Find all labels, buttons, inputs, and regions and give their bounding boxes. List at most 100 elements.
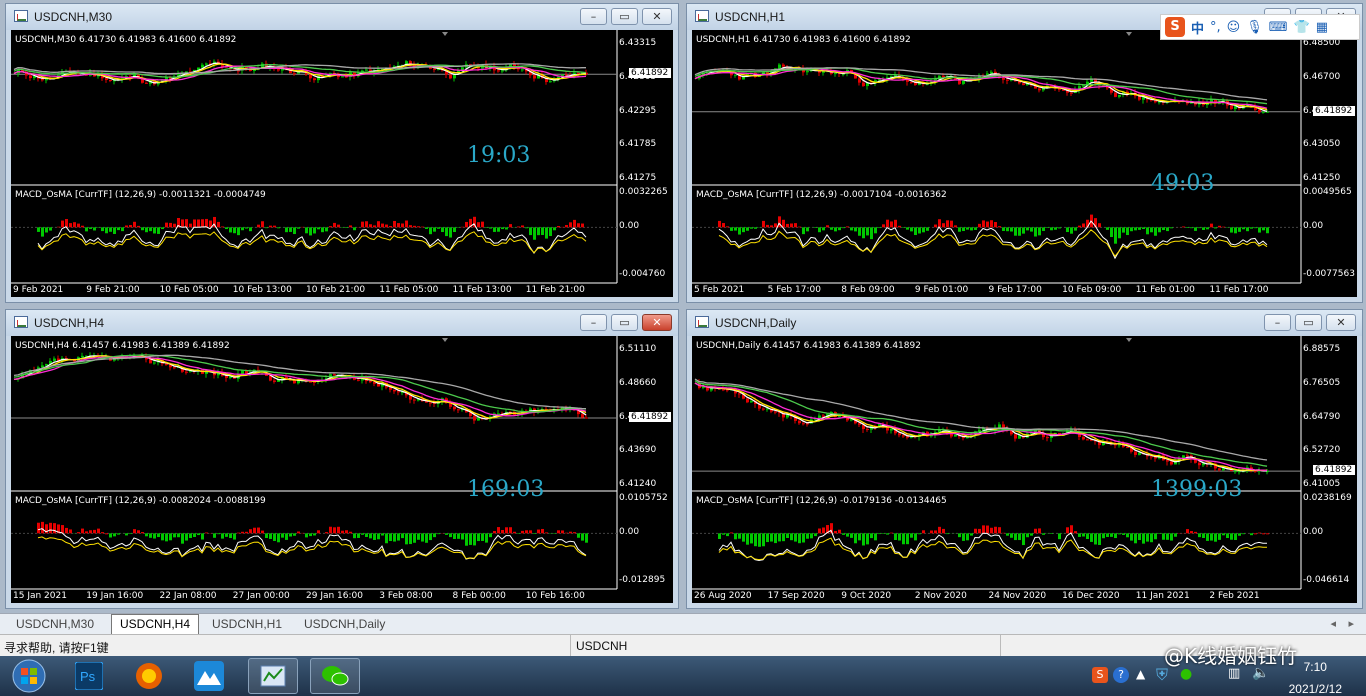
chart-window-daily[interactable]: USDCNH,Daily – ▭ ✕ USDCNH,Daily 6.41457 6.41… <box>686 309 1363 609</box>
macd-histogram-bar <box>806 227 809 232</box>
macd-histogram-bar <box>453 227 456 233</box>
macd-histogram-bar <box>157 533 160 538</box>
macd-histogram-bar <box>934 224 937 228</box>
skin-icon[interactable]: 👕 <box>1294 20 1310 35</box>
ime-toolbar[interactable]: S 中 °, ☺ 🎙 ⌨ 👕 ▦ <box>1160 14 1360 40</box>
candle-body <box>782 64 785 67</box>
ime-punct-toggle[interactable]: °, <box>1210 20 1221 35</box>
macd-histogram-bar <box>718 220 721 228</box>
sogou-tray-icon[interactable]: S <box>1092 667 1108 683</box>
macd-histogram-bar <box>161 227 164 230</box>
tab-usdcnh-h1[interactable]: USDCNH,H1 <box>204 615 290 633</box>
chart-area[interactable]: USDCNH,Daily 6.41457 6.41983 6.41389 6.4… <box>692 336 1357 603</box>
maximize-button[interactable]: ▭ <box>1295 314 1322 331</box>
keyboard-icon[interactable]: ⌨ <box>1269 20 1288 35</box>
close-button[interactable]: ✕ <box>1326 314 1356 331</box>
macd-histogram-bar <box>533 227 536 240</box>
candle-body <box>1134 451 1137 455</box>
close-button[interactable]: ✕ <box>642 8 672 25</box>
minimize-button[interactable]: – <box>580 8 607 25</box>
macd-histogram-bar <box>553 227 556 231</box>
macd-histogram-bar <box>778 533 781 542</box>
chart-tab-bar: USDCNH,M30 USDCNH,H4 USDCNH,H1 USDCNH,Da… <box>0 613 1366 635</box>
price-tick-label: 6.41275 <box>619 173 657 183</box>
macd-histogram-bar <box>109 533 112 538</box>
macd-histogram-bar <box>1030 533 1033 536</box>
tab-usdcnh-m30[interactable]: USDCNH,M30 <box>8 615 102 633</box>
status-symbol: USDCNH <box>576 639 628 653</box>
tab-scroll-right-icon[interactable]: ▸ <box>1348 617 1354 630</box>
chart-area[interactable]: USDCNH,M30 6.41730 6.41983 6.41600 6.418… <box>11 30 673 297</box>
chart-window-m30[interactable]: USDCNH,M30 – ▭ ✕ USDCNH,M30 6.41730 6.41983 … <box>5 3 679 303</box>
photoshop-app[interactable]: Ps <box>64 658 114 694</box>
maximize-button[interactable]: ▭ <box>611 8 638 25</box>
macd-histogram-bar <box>489 227 492 229</box>
candle-body <box>1038 88 1041 91</box>
macd-histogram-bar <box>577 533 580 538</box>
time-tick-label: 17 Sep 2020 <box>767 591 825 601</box>
chart-window-h1[interactable]: USDCNH,H1–▭✕USDCNH,H1 6.41730 6.41983 6.… <box>686 3 1363 303</box>
minimize-button[interactable]: – <box>1264 314 1291 331</box>
chart-area[interactable]: USDCNH,H1 6.41730 6.41983 6.41600 6.4189… <box>692 30 1357 297</box>
macd-histogram-bar <box>161 533 164 541</box>
macd-histogram-bar <box>165 533 168 542</box>
wechat-app[interactable] <box>310 658 360 694</box>
chart-shift-marker[interactable] <box>1126 338 1132 342</box>
candle-body <box>293 73 296 75</box>
close-button[interactable]: ✕ <box>642 314 672 331</box>
macd-histogram-bar <box>866 227 869 236</box>
tab-usdcnh-h4[interactable]: USDCNH,H4 <box>111 614 200 635</box>
macd-histogram-bar <box>389 226 392 228</box>
microphone-icon[interactable]: 🎙 <box>1246 20 1263 35</box>
macd-histogram-bar <box>557 225 560 228</box>
chart-shift-marker[interactable] <box>442 32 448 36</box>
ohlc-label: USDCNH,M30 6.41730 6.41983 6.41600 6.418… <box>15 35 237 45</box>
macd-histogram-bar <box>938 526 941 534</box>
start-button[interactable] <box>4 658 54 694</box>
macd-histogram-bar <box>425 227 428 229</box>
macd-histogram-bar <box>1118 533 1121 535</box>
chart-shift-marker[interactable] <box>442 338 448 342</box>
status-divider <box>570 635 571 657</box>
chart-area[interactable]: USDCNH,H4 6.41457 6.41983 6.41389 6.4189… <box>11 336 673 603</box>
grid-menu-icon[interactable]: ▦ <box>1316 20 1328 35</box>
macd-histogram-bar <box>333 527 336 534</box>
macd-histogram-bar <box>850 533 853 538</box>
price-tick-label: 6.52720 <box>1303 445 1341 456</box>
macd-histogram-bar <box>1110 533 1113 537</box>
macd-histogram-bar <box>934 530 937 534</box>
mt-app[interactable] <box>184 658 234 694</box>
sogou-icon[interactable]: S <box>1165 17 1185 37</box>
tab-scroll-left-icon[interactable]: ◂ <box>1330 617 1336 630</box>
macd-histogram-bar <box>1086 533 1089 540</box>
firefox-app[interactable] <box>124 658 174 694</box>
macd-histogram-bar <box>361 221 364 228</box>
macd-histogram-bar <box>750 227 753 229</box>
chart-window-h4[interactable]: USDCNH,H4 – ▭ ✕ USDCNH,H4 6.41457 6.41983 6.… <box>5 309 679 609</box>
macd-histogram-bar <box>854 533 857 544</box>
macd-histogram-bar <box>1114 533 1117 539</box>
metatrader-icon <box>260 665 286 687</box>
expand-tray-icon[interactable]: ▲ <box>1136 667 1145 681</box>
price-tick-label: 6.41250 <box>1303 173 1341 183</box>
time-tick-label: 11 Jan 2021 <box>1135 591 1190 601</box>
help-tray-icon[interactable]: ? <box>1113 667 1129 683</box>
minimize-button[interactable]: – <box>580 314 607 331</box>
macd-histogram-bar <box>1054 227 1057 230</box>
chart-shift-marker[interactable] <box>1126 32 1132 36</box>
maximize-button[interactable]: ▭ <box>611 314 638 331</box>
macd-histogram-bar <box>1158 227 1161 233</box>
macd-histogram-bar <box>225 227 228 230</box>
macd-histogram-bar <box>265 227 268 229</box>
emoji-icon[interactable]: ☺ <box>1227 20 1241 35</box>
macd-histogram-bar <box>986 525 989 534</box>
metatrader-app[interactable] <box>248 658 298 694</box>
macd-signal-line <box>718 229 1268 258</box>
ime-lang-toggle[interactable]: 中 <box>1191 18 1204 37</box>
macd-histogram-bar <box>1198 227 1201 229</box>
tab-usdcnh-daily[interactable]: USDCNH,Daily <box>296 615 393 633</box>
candle-body <box>1002 77 1005 80</box>
status-help-text: 寻求帮助, 请按F1键 <box>4 641 109 655</box>
macd-histogram-bar <box>197 533 200 536</box>
macd-histogram-bar <box>565 532 568 534</box>
